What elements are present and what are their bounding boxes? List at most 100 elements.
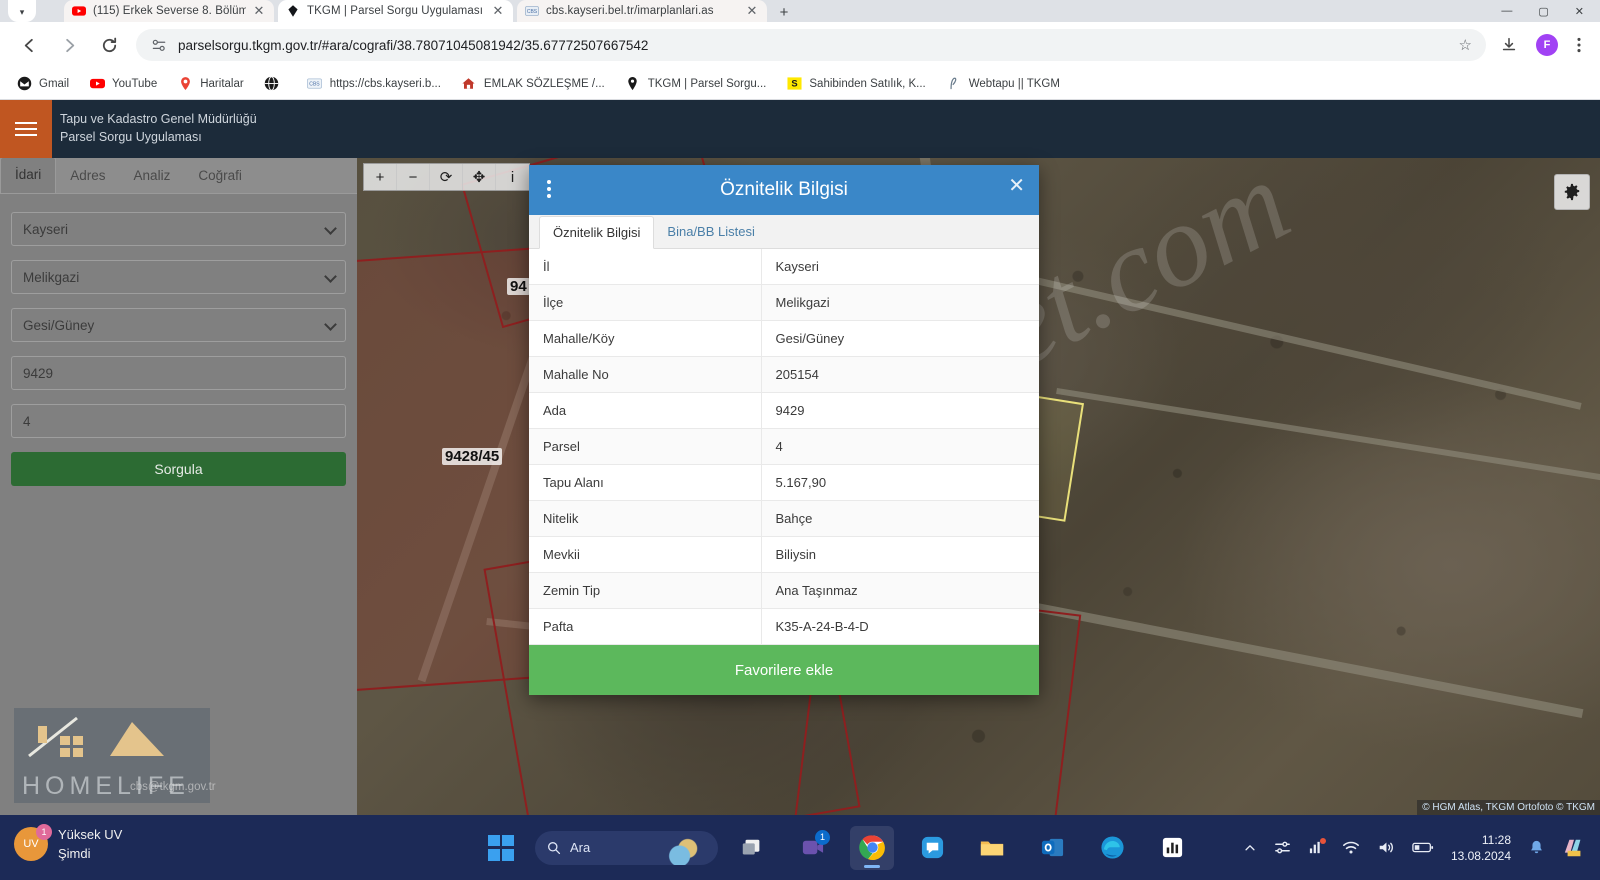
dialog-tab-bina-bb[interactable]: Bina/BB Listesi (654, 216, 767, 248)
bookmark-gmail[interactable]: Gmail (16, 76, 69, 92)
bookmark-label: Gmail (39, 77, 70, 90)
app-title: Tapu ve Kadastro Genel Müdürlüğü Parsel … (60, 110, 257, 146)
ada-input[interactable] (11, 356, 346, 390)
pan-icon[interactable]: ✥ (463, 164, 496, 190)
row-key: İl (529, 249, 762, 285)
signal-icon[interactable] (1308, 838, 1326, 856)
map-attribution: © HGM Atlas, TKGM Ortofoto © TKGM (1417, 800, 1600, 815)
forward-button[interactable] (52, 28, 86, 62)
parsel-input[interactable] (11, 404, 346, 438)
tab-cografi[interactable]: Coğrafi (184, 159, 256, 193)
browser-menu-icon[interactable] (1566, 30, 1592, 60)
task-view-icon[interactable] (730, 826, 774, 870)
tab-idari[interactable]: İdari (0, 157, 57, 193)
browser-tab-1[interactable]: TKGM | Parsel Sorgu Uygulaması ✕ (278, 0, 513, 22)
row-key: Mahalle No (529, 356, 762, 393)
zoom-out-icon[interactable]: − (397, 164, 430, 190)
browser-tab-2[interactable]: CBS cbs.kayseri.bel.tr/imarplanlari.as ✕ (517, 0, 767, 22)
teams-badge: 1 (815, 829, 830, 845)
volume-icon[interactable] (1377, 839, 1395, 856)
edge-icon[interactable] (1090, 826, 1134, 870)
table-row: Pafta K35-A-24-B-4-D (529, 608, 1039, 645)
copilot-icon[interactable] (1562, 837, 1586, 859)
tab-close-icon[interactable]: ✕ (491, 4, 505, 18)
tab-adres[interactable]: Adres (56, 159, 119, 193)
notification-subtitle: Şimdi (58, 846, 91, 861)
il-select[interactable] (11, 212, 346, 246)
mobile-icon[interactable] (1150, 826, 1194, 870)
profile-avatar[interactable]: F (1536, 34, 1558, 56)
mahalle-select[interactable] (11, 308, 346, 342)
file-explorer-icon[interactable] (970, 826, 1014, 870)
table-row: Zemin Tip Ana Taşınmaz (529, 572, 1039, 609)
hamburger-icon[interactable] (0, 100, 52, 158)
weather-widget-icon[interactable] (658, 834, 712, 865)
bookmark-sahibinden[interactable]: S Sahibinden Satılık, K... (786, 76, 926, 92)
taskbar-center: Ara 1 (475, 825, 1198, 870)
tab-analiz[interactable]: Analiz (120, 159, 185, 193)
webtapu-icon (946, 76, 962, 92)
zoom-in-icon[interactable]: + (364, 164, 397, 190)
sorgula-button[interactable]: Sorgula (11, 452, 346, 486)
window-minimize-button[interactable]: — (1501, 5, 1512, 17)
bookmark-emlak-sozlesme[interactable]: EMLAK SÖZLEŞME /... (461, 76, 605, 92)
wifi-icon[interactable] (1342, 839, 1360, 856)
table-row: Nitelik Bahçe (529, 500, 1039, 537)
reload-button[interactable] (92, 28, 126, 62)
outlook-icon[interactable] (1030, 826, 1074, 870)
bookmark-globe[interactable] (264, 76, 287, 92)
chrome-icon[interactable] (850, 825, 894, 870)
tab-search-chevron-icon[interactable]: ▾ (8, 0, 36, 22)
chat-icon[interactable] (910, 826, 954, 870)
bookmark-tkgm-parsel-sorgu[interactable]: TKGM | Parsel Sorgu... (625, 76, 766, 92)
map-parcel-label: 9428/45 (442, 448, 503, 465)
maps-pin-icon (177, 76, 193, 92)
window-close-button[interactable]: ✕ (1575, 5, 1584, 18)
battery-icon[interactable] (1412, 840, 1434, 855)
dialog-tabs: Öznitelik Bilgisi Bina/BB Listesi (529, 215, 1039, 249)
teams-icon[interactable]: 1 (790, 826, 834, 870)
sidebar-form: Sorgula (0, 194, 357, 486)
page-content: 9428/45 94 emlakjet.com + − ⟳ ✥ i © HGM … (0, 100, 1600, 815)
add-to-favorites-button[interactable]: Favorilere ekle (529, 645, 1039, 695)
back-button[interactable] (12, 28, 46, 62)
windows-start-icon[interactable] (479, 826, 523, 870)
bookmark-cbs-kayseri[interactable]: CBS https://cbs.kayseri.b... (307, 76, 441, 92)
taskbar-clock[interactable]: 11:28 13.08.2024 (1451, 832, 1511, 864)
close-icon[interactable]: ✕ (1008, 176, 1025, 196)
chevron-up-icon[interactable] (1243, 841, 1257, 855)
download-icon[interactable] (1494, 30, 1524, 60)
row-value: 9429 (775, 403, 805, 418)
tab-close-icon[interactable]: ✕ (252, 4, 266, 18)
bookmark-haritalar[interactable]: Haritalar (177, 76, 244, 92)
info-icon[interactable]: i (496, 164, 529, 190)
refresh-icon[interactable]: ⟳ (430, 164, 463, 190)
bookmark-webtapu[interactable]: Webtapu || TKGM (946, 76, 1060, 92)
browser-tab-0[interactable]: (115) Erkek Severse 8. Bölüm - T ✕ (64, 0, 274, 22)
bookmark-youtube[interactable]: YouTube (89, 76, 157, 92)
location-pin-icon (625, 76, 641, 92)
dialog-tab-oznitelik[interactable]: Öznitelik Bilgisi (539, 216, 655, 249)
notification-toast[interactable]: UV 1 Yüksek UV Şimdi (14, 816, 210, 872)
vertical-dots-icon[interactable] (547, 180, 551, 184)
address-bar[interactable]: parselsorgu.tkgm.gov.tr/#ara/cografi/38.… (136, 29, 1486, 61)
gear-icon[interactable] (1554, 174, 1590, 210)
row-key: Mahalle/Köy (529, 320, 762, 357)
row-key: Nitelik (529, 500, 762, 537)
cbs-icon: CBS (525, 4, 539, 18)
taskbar-search[interactable]: Ara (535, 830, 718, 865)
browser-tab-title: cbs.kayseri.bel.tr/imarplanlari.as (546, 5, 714, 17)
tab-close-icon[interactable]: ✕ (745, 4, 759, 18)
bookmark-star-icon[interactable]: ☆ (1452, 36, 1472, 54)
site-settings-icon[interactable] (150, 36, 168, 54)
bell-icon[interactable] (1528, 839, 1545, 856)
row-value: Melikgazi (775, 295, 830, 310)
window-maximize-button[interactable]: ▢ (1538, 5, 1548, 18)
new-tab-button[interactable]: + (772, 2, 796, 22)
ilce-select[interactable] (11, 260, 346, 294)
window-controls: — ▢ ✕ (1460, 0, 1600, 22)
settings-sliders-icon[interactable] (1274, 839, 1291, 856)
app-org-name: Tapu ve Kadastro Genel Müdürlüğü (60, 112, 257, 126)
table-row: Mevkii Biliysin (529, 536, 1039, 573)
uv-icon: UV 1 (14, 824, 52, 861)
